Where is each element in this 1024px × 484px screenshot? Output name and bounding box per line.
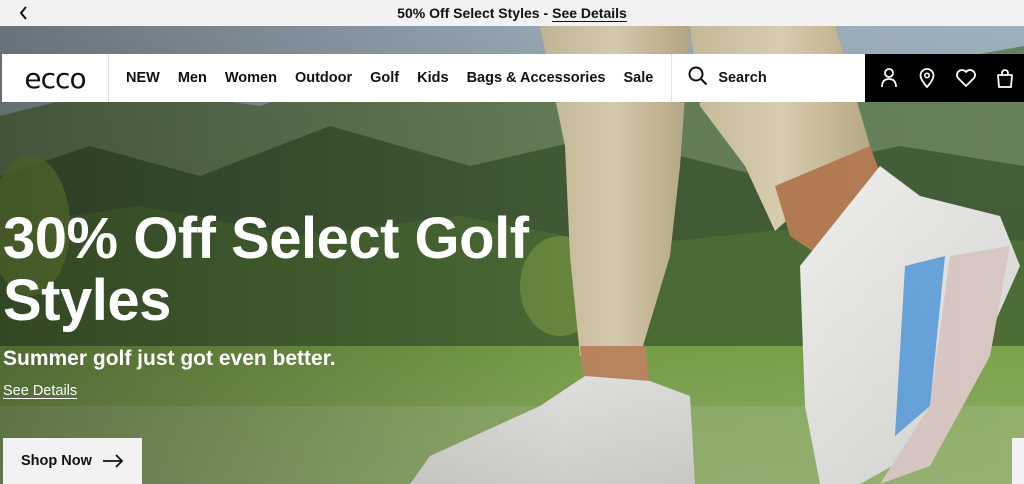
promo-see-details-link[interactable]: See Details [552, 5, 627, 21]
search-icon [688, 66, 708, 91]
menu-item-women[interactable]: Women [225, 70, 277, 86]
arrow-right-icon [102, 454, 124, 468]
menu-item-sale[interactable]: Sale [623, 70, 653, 86]
location-pin-icon[interactable] [915, 66, 939, 90]
utility-icons [865, 54, 1024, 102]
carousel-next-tab[interactable] [1012, 438, 1024, 484]
search-label: Search [718, 70, 767, 86]
hero-headline: 30% Off Select Golf Styles [3, 206, 529, 333]
ecco-logo[interactable]: ecco [2, 54, 109, 102]
shop-now-label: Shop Now [21, 453, 92, 469]
menu: NEW Men Women Outdoor Golf Kids Bags & A… [109, 54, 673, 102]
menu-item-men[interactable]: Men [178, 70, 207, 86]
main-nav: ecco NEW Men Women Outdoor Golf Kids Bag… [2, 54, 1024, 102]
menu-item-outdoor[interactable]: Outdoor [295, 70, 352, 86]
menu-item-bags-accessories[interactable]: Bags & Accessories [467, 70, 606, 86]
menu-item-kids[interactable]: Kids [417, 70, 448, 86]
see-details-link[interactable]: See Details [3, 383, 77, 399]
bag-icon[interactable] [993, 66, 1017, 90]
promo-text: 50% Off Select Styles - [397, 5, 549, 21]
search-input[interactable]: Search [672, 54, 866, 102]
shop-now-button[interactable]: Shop Now [3, 438, 142, 484]
menu-item-golf[interactable]: Golf [370, 70, 399, 86]
account-icon[interactable] [877, 66, 901, 90]
menu-item-new[interactable]: NEW [126, 70, 160, 86]
promo-bar: 50% Off Select Styles - See Details [0, 0, 1024, 26]
heart-icon[interactable] [954, 66, 978, 90]
chevron-left-icon[interactable] [14, 3, 34, 23]
hero-subhead: Summer golf just got even better. [3, 347, 336, 370]
